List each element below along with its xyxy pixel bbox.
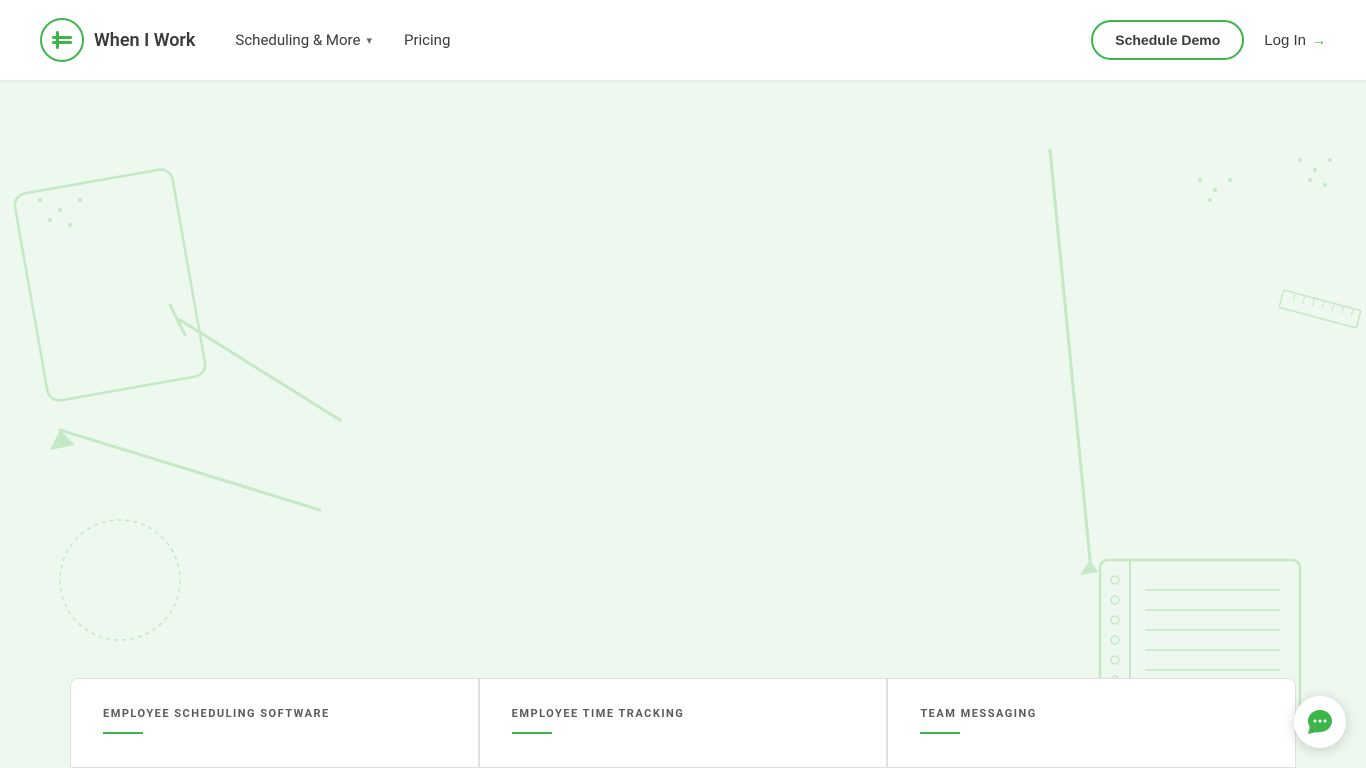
logo-link[interactable]: When I Work bbox=[40, 18, 195, 62]
chat-bubble-button[interactable] bbox=[1294, 696, 1346, 748]
chat-icon bbox=[1305, 707, 1335, 737]
feature-card-time-tracking[interactable]: EMPLOYEE TIME TRACKING bbox=[479, 678, 888, 768]
background-decorations bbox=[0, 0, 1366, 768]
feature-card-scheduling-title: EMPLOYEE SCHEDULING SOFTWARE bbox=[103, 707, 446, 720]
feature-card-team-messaging[interactable]: TEAM MESSAGING bbox=[887, 678, 1296, 768]
logo-icon bbox=[40, 18, 84, 62]
logo-text: When I Work bbox=[94, 30, 195, 51]
schedule-demo-button[interactable]: Schedule Demo bbox=[1091, 20, 1244, 60]
chevron-down-icon: ▾ bbox=[366, 34, 372, 47]
hero-bg-svg bbox=[0, 0, 1366, 768]
nav-left: When I Work Scheduling & More ▾ Pricing bbox=[40, 18, 450, 62]
main-nav: When I Work Scheduling & More ▾ Pricing … bbox=[0, 0, 1366, 80]
feature-card-time-tracking-title: EMPLOYEE TIME TRACKING bbox=[512, 707, 855, 720]
nav-scheduling-link[interactable]: Scheduling & More ▾ bbox=[235, 31, 372, 49]
feature-card-time-tracking-divider bbox=[512, 732, 552, 734]
feature-cards-container: EMPLOYEE SCHEDULING SOFTWARE EMPLOYEE TI… bbox=[0, 678, 1366, 768]
feature-card-team-messaging-title: TEAM MESSAGING bbox=[920, 707, 1263, 720]
feature-card-scheduling[interactable]: EMPLOYEE SCHEDULING SOFTWARE bbox=[70, 678, 479, 768]
nav-pricing-link[interactable]: Pricing bbox=[404, 31, 450, 49]
feature-card-team-messaging-divider bbox=[920, 732, 960, 734]
arrow-right-icon: → bbox=[1312, 32, 1326, 48]
nav-right: Schedule Demo Log In → bbox=[1091, 20, 1326, 60]
login-button[interactable]: Log In → bbox=[1264, 32, 1326, 49]
nav-links: Scheduling & More ▾ Pricing bbox=[235, 31, 450, 49]
hero-section: EMPLOYEE SCHEDULING SOFTWARE EMPLOYEE TI… bbox=[0, 0, 1366, 768]
feature-card-scheduling-divider bbox=[103, 732, 143, 734]
